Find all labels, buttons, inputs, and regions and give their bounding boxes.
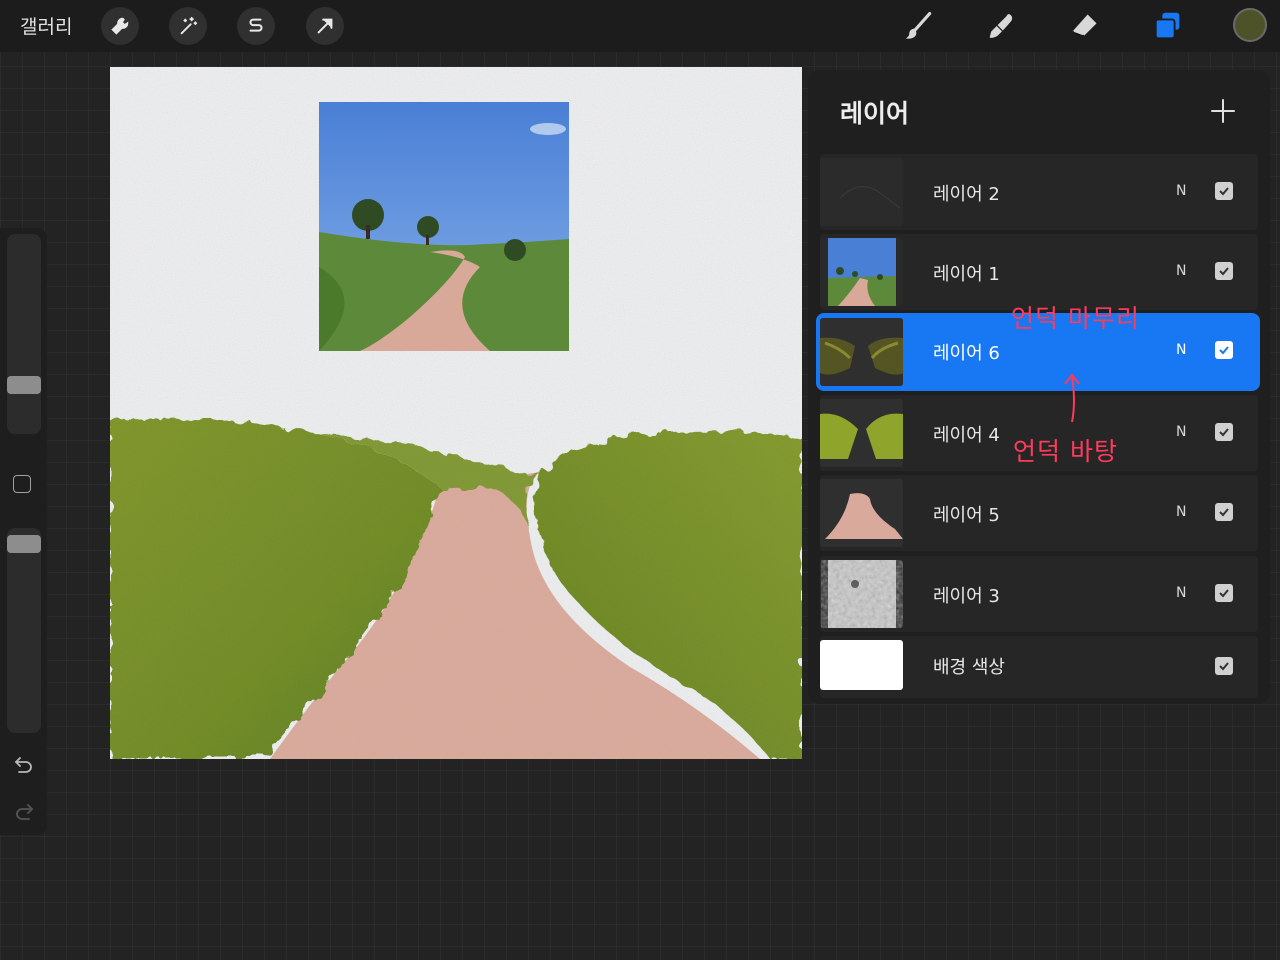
- magic-wand-icon: [180, 16, 198, 35]
- transform-arrow-icon: [317, 18, 333, 34]
- checkmark-icon: [1219, 662, 1229, 671]
- left-sidebar: [0, 228, 47, 835]
- blend-mode-button[interactable]: N: [1176, 342, 1186, 358]
- visibility-checkbox[interactable]: [1215, 584, 1233, 602]
- adjustments-button[interactable]: [169, 7, 207, 45]
- layer-thumbnail: [820, 399, 903, 467]
- top-toolbar: 갤러리: [0, 0, 1280, 52]
- gallery-button[interactable]: 갤러리: [20, 12, 72, 39]
- brush-icon: [905, 12, 932, 39]
- blend-mode-button[interactable]: N: [1176, 585, 1186, 601]
- layer-name: 레이어 6: [933, 343, 1000, 364]
- undo-icon[interactable]: [12, 753, 36, 777]
- checkmark-icon: [1219, 589, 1229, 598]
- brush-tool[interactable]: [901, 8, 937, 44]
- color-picker-button[interactable]: [1233, 8, 1267, 42]
- layers-panel: 레이어 레이어 2 N 레이어 1 N 레이어 6 N 레이어 4 N 레이어 …: [808, 70, 1270, 704]
- eraser-tool[interactable]: [1067, 8, 1103, 44]
- wrench-icon: [111, 17, 129, 35]
- background-layer-name: 배경 색상: [933, 657, 1005, 678]
- annotation-hill-base: 언덕 바탕: [1013, 437, 1118, 466]
- layer-thumbnail: [820, 479, 903, 547]
- smudge-tool[interactable]: [984, 8, 1020, 44]
- artwork: [110, 67, 802, 759]
- layers-icon: [1154, 12, 1180, 40]
- blend-mode-button[interactable]: N: [1176, 263, 1186, 279]
- reference-photo: [319, 102, 569, 351]
- layer-thumbnail: [820, 238, 903, 306]
- opacity-slider[interactable]: [7, 528, 41, 733]
- selection-button[interactable]: [237, 7, 275, 45]
- selection-icon: [249, 18, 263, 32]
- visibility-checkbox[interactable]: [1215, 423, 1233, 441]
- blend-mode-button[interactable]: N: [1176, 183, 1186, 199]
- layer-row[interactable]: 레이어 3 N: [820, 556, 1258, 632]
- layer-row[interactable]: 레이어 5 N: [820, 475, 1258, 551]
- checkmark-icon: [1219, 508, 1229, 517]
- annotation-arrow-icon: [1064, 373, 1080, 423]
- checkmark-icon: [1219, 428, 1229, 437]
- layer-row[interactable]: 레이어 2 N: [820, 154, 1258, 230]
- visibility-checkbox[interactable]: [1215, 657, 1233, 675]
- background-color-swatch[interactable]: [820, 640, 903, 690]
- layer-thumbnail: [820, 560, 903, 628]
- blend-mode-button[interactable]: N: [1176, 424, 1186, 440]
- visibility-checkbox[interactable]: [1215, 341, 1233, 359]
- modify-button[interactable]: [13, 475, 31, 493]
- redo-icon[interactable]: [12, 800, 36, 824]
- eraser-icon: [1071, 14, 1097, 37]
- layers-title: 레이어: [840, 99, 910, 128]
- layer-name: 레이어 4: [933, 425, 1000, 446]
- layer-name: 레이어 2: [933, 184, 1000, 205]
- brush-size-slider[interactable]: [7, 234, 41, 434]
- transform-button[interactable]: [306, 7, 344, 45]
- layer-thumbnail: [820, 158, 903, 226]
- layer-name: 레이어 1: [933, 264, 1000, 285]
- visibility-checkbox[interactable]: [1215, 182, 1233, 200]
- actions-button[interactable]: [101, 7, 139, 45]
- visibility-checkbox[interactable]: [1215, 503, 1233, 521]
- visibility-checkbox[interactable]: [1215, 262, 1233, 280]
- layer-name: 레이어 5: [933, 505, 1000, 526]
- drawing-canvas[interactable]: [110, 67, 802, 759]
- layer-thumbnail: [820, 318, 903, 386]
- layers-tool[interactable]: [1150, 8, 1186, 44]
- checkmark-icon: [1219, 267, 1229, 276]
- checkmark-icon: [1219, 346, 1229, 355]
- annotation-hill-finish: 언덕 마무리: [1011, 304, 1140, 333]
- checkmark-icon: [1219, 187, 1229, 196]
- add-layer-icon[interactable]: [1208, 96, 1238, 126]
- opacity-knob[interactable]: [7, 535, 41, 553]
- smudge-icon: [989, 14, 1013, 38]
- brush-size-knob[interactable]: [7, 376, 41, 394]
- layer-name: 레이어 3: [933, 586, 1000, 607]
- blend-mode-button[interactable]: N: [1176, 504, 1186, 520]
- background-color-row[interactable]: 배경 색상: [820, 636, 1258, 698]
